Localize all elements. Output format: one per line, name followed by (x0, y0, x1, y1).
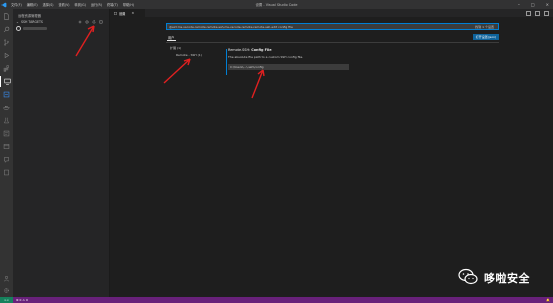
setting-title: Remote.SSH: Config File (228, 48, 272, 52)
testing-icon[interactable] (0, 115, 13, 126)
timeline-icon[interactable] (0, 141, 13, 152)
notes-icon[interactable] (0, 167, 13, 178)
settings-file-icon (114, 11, 117, 15)
menu-view[interactable]: 查看(V) (58, 2, 69, 7)
annotation-arrow-input (251, 69, 265, 99)
wechat-logo-icon (458, 268, 478, 287)
tab-settings[interactable]: 设置 × (110, 9, 145, 17)
menu-terminal[interactable]: 终端(T) (107, 2, 118, 7)
host-name-redacted (23, 27, 47, 30)
close-icon[interactable]: × (546, 2, 549, 7)
title-bar: 文件(F) 编辑(E) 选择(S) 查看(V) 转到(G) 运行(R) 终端(T… (0, 0, 553, 9)
search-result-count: 找到 1 个设置 (475, 24, 494, 29)
search-query: @ext:ms-vscode-remote.remote-ssh,ms-vsco… (169, 24, 293, 29)
annotation-arrow-gear (75, 25, 95, 57)
watermark: 哆啦安全 (458, 268, 530, 287)
editor-area: 设置 × @ext:ms-vscode-remote.remote-ssh,ms… (110, 9, 553, 297)
menu-selection[interactable]: 选择(S) (43, 2, 54, 7)
watermark-text: 哆啦安全 (484, 271, 530, 285)
problems-count[interactable]: ⊗ 0 ⚠ 0 (16, 298, 28, 302)
remote-tunnels-icon[interactable] (0, 89, 13, 100)
status-bar: >< ⊗ 0 ⚠ 0 🔔 (0, 297, 553, 303)
menu-bar: 文件(F) 编辑(E) 选择(S) 查看(V) 转到(G) 运行(R) 终端(T… (11, 2, 134, 7)
setting-name: Config File (251, 48, 272, 52)
remote-explorer-icon[interactable] (0, 76, 13, 87)
open-settings-json-button[interactable]: 打开设置(json) (473, 34, 499, 40)
open-settings-json-icon[interactable] (526, 10, 531, 16)
source-control-icon[interactable] (0, 37, 13, 48)
section-title: SSH TARGETS (20, 20, 43, 24)
focused-setting-indicator (226, 49, 227, 75)
more-actions-icon[interactable] (544, 10, 549, 16)
editor-actions (526, 9, 549, 17)
docker-icon[interactable] (0, 102, 13, 113)
setting-description: The absolute file path to a custom SSH c… (228, 55, 304, 59)
activity-bar (0, 9, 13, 297)
remote-indicator[interactable]: >< (0, 297, 13, 303)
toc-extensions-group[interactable]: 扩展 (1) (170, 46, 181, 50)
accounts-extra-icon[interactable] (0, 154, 13, 165)
tab-label: 设置 (119, 11, 126, 16)
active-tab-underline (167, 40, 176, 41)
extensions-icon[interactable] (0, 63, 13, 74)
chevron-down-icon: ⌄ (16, 20, 19, 24)
menu-go[interactable]: 转到(G) (75, 2, 86, 7)
minimize-icon[interactable]: – (518, 2, 520, 7)
tab-close-icon[interactable]: × (131, 11, 134, 15)
run-debug-icon[interactable] (0, 50, 13, 61)
menu-help[interactable]: 帮助(H) (123, 2, 134, 7)
menu-run[interactable]: 运行(R) (91, 2, 102, 7)
setting-category: Remote.SSH: (228, 48, 251, 52)
settings-search-input[interactable]: @ext:ms-vscode-remote.remote-ssh,ms-vsco… (166, 23, 499, 30)
search-icon[interactable] (0, 24, 13, 35)
outline-icon[interactable] (0, 128, 13, 139)
split-editor-icon[interactable] (535, 10, 540, 16)
vscode-logo-icon (0, 0, 8, 9)
manage-gear-icon[interactable] (0, 285, 13, 296)
menu-file[interactable]: 文件(F) (11, 2, 22, 7)
window-controls: – □ × (518, 0, 549, 9)
maximize-icon[interactable]: □ (531, 2, 535, 7)
config-file-input[interactable]: C:\Users\...\.ssh\config (228, 64, 349, 70)
tab-bar: 设置 × (110, 9, 553, 17)
account-icon[interactable] (0, 273, 13, 284)
ssh-host-item[interactable] (16, 26, 47, 31)
divider (166, 42, 499, 43)
annotation-arrow-toc (163, 58, 191, 84)
menu-edit[interactable]: 编辑(E) (27, 2, 38, 7)
notifications-bell-icon[interactable]: 🔔 (546, 298, 550, 302)
explorer-icon[interactable] (0, 11, 13, 22)
host-status-icon (16, 26, 21, 31)
